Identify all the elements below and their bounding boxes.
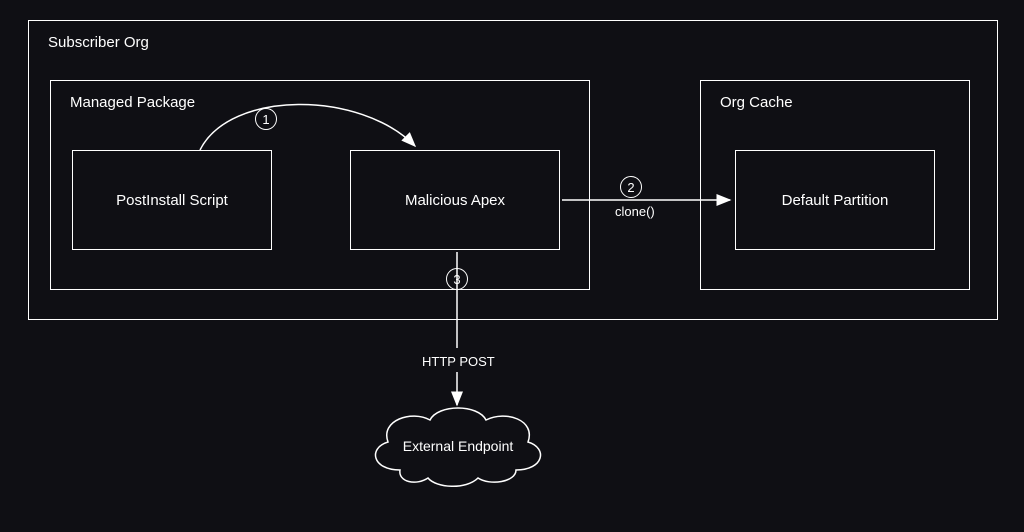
step-2-badge: 2 (620, 176, 642, 198)
step-3-badge: 3 (446, 268, 468, 290)
http-post-label: HTTP POST (422, 354, 495, 369)
step-3-number: 3 (453, 272, 460, 287)
default-partition-node: Default Partition (735, 150, 935, 250)
step-2-number: 2 (627, 180, 634, 195)
clone-label: clone() (615, 204, 655, 219)
malicious-apex-text: Malicious Apex (405, 192, 505, 209)
subscriber-org-label: Subscriber Org (48, 34, 149, 51)
external-endpoint-text: External Endpoint (398, 438, 518, 454)
default-partition-text: Default Partition (782, 192, 889, 209)
org-cache-label: Org Cache (720, 94, 793, 111)
managed-package-label: Managed Package (70, 94, 195, 111)
malicious-apex-node: Malicious Apex (350, 150, 560, 250)
step-1-badge: 1 (255, 108, 277, 130)
step-1-number: 1 (262, 112, 269, 127)
postinstall-script-node: PostInstall Script (72, 150, 272, 250)
postinstall-script-text: PostInstall Script (116, 192, 228, 209)
